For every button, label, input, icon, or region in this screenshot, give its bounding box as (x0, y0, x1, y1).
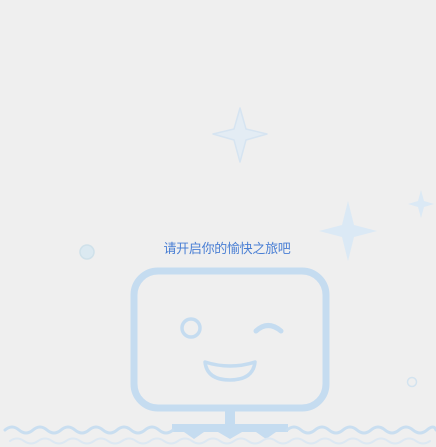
tv-wink-eye (253, 323, 284, 334)
empty-state-message: 请开启你的愉快之旅吧 (163, 242, 291, 257)
empty-state-illustration (3, 107, 436, 445)
bottom-wave-line (3, 425, 436, 435)
tv-stand-base (172, 424, 288, 439)
empty-state-panel: 请开启你的愉快之旅吧 (0, 0, 436, 447)
tv-left-eye (180, 317, 202, 339)
bottom-wave-line-lower (9, 437, 431, 445)
tv-screen-frame (130, 267, 330, 412)
bubble-right-icon (406, 376, 418, 388)
sparkle-large-icon (212, 107, 268, 163)
tv-smile-mouth (203, 360, 257, 382)
tv-stand-neck (225, 410, 235, 424)
sparkle-small-icon (408, 190, 434, 218)
